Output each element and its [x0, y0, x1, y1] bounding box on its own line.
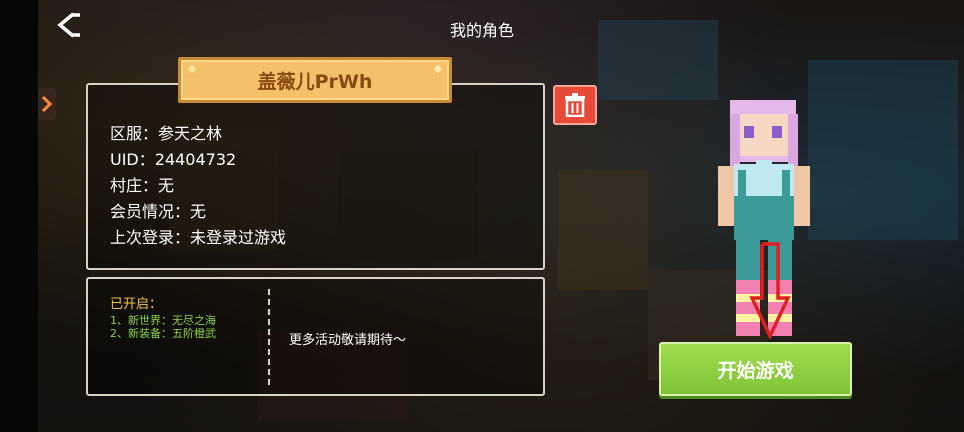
events-panel: 已开启： 1、新世界：无尽之海 2、新装备：五阶橙武 更多活动敬请期待～ — [86, 277, 545, 396]
chevron-right-icon — [38, 88, 56, 120]
banner-star-icon — [187, 64, 197, 74]
start-game-label: 开始游戏 — [717, 359, 794, 382]
more-events-text: 更多活动敬请期待～ — [289, 333, 407, 348]
opened-feature-item: 2、新装备：五阶橙武 — [110, 327, 216, 340]
village-value: 无 — [158, 176, 175, 195]
village-label: 村庄： — [110, 176, 159, 195]
start-game-button[interactable]: 开始游戏 — [659, 342, 852, 396]
red-down-arrow-icon — [749, 242, 791, 340]
server-label: 区服： — [110, 124, 159, 143]
membership-row: 会员情况：无 — [110, 198, 206, 222]
character-name: 盖薇儿PrWh — [257, 70, 373, 93]
membership-label: 会员情况： — [110, 202, 191, 221]
page-title: 我的角色 — [449, 21, 514, 40]
village-row: 村庄：无 — [110, 172, 174, 196]
uid-row: UID：24404732 — [110, 146, 236, 170]
side-tab-handle[interactable] — [38, 88, 56, 120]
opened-features-title: 已开启： — [110, 297, 163, 312]
banner-star-icon — [433, 64, 443, 74]
server-value: 参天之林 — [158, 124, 223, 143]
last-login-row: 上次登录：未登录过游戏 — [110, 224, 286, 248]
uid-value: 24404732 — [154, 150, 237, 169]
character-info-panel: 区服：参天之林 UID：24404732 村庄：无 会员情况：无 上次登录：未登… — [86, 83, 545, 270]
last-login-value: 未登录过游戏 — [190, 228, 287, 247]
membership-value: 无 — [190, 202, 207, 221]
character-name-banner: 盖薇儿PrWh — [178, 57, 452, 103]
delete-character-button[interactable] — [553, 85, 597, 125]
trash-icon — [565, 93, 585, 117]
last-login-label: 上次登录： — [110, 228, 191, 247]
server-row: 区服：参天之林 — [110, 120, 222, 144]
uid-label: UID： — [110, 150, 155, 169]
dashed-divider — [268, 289, 270, 385]
